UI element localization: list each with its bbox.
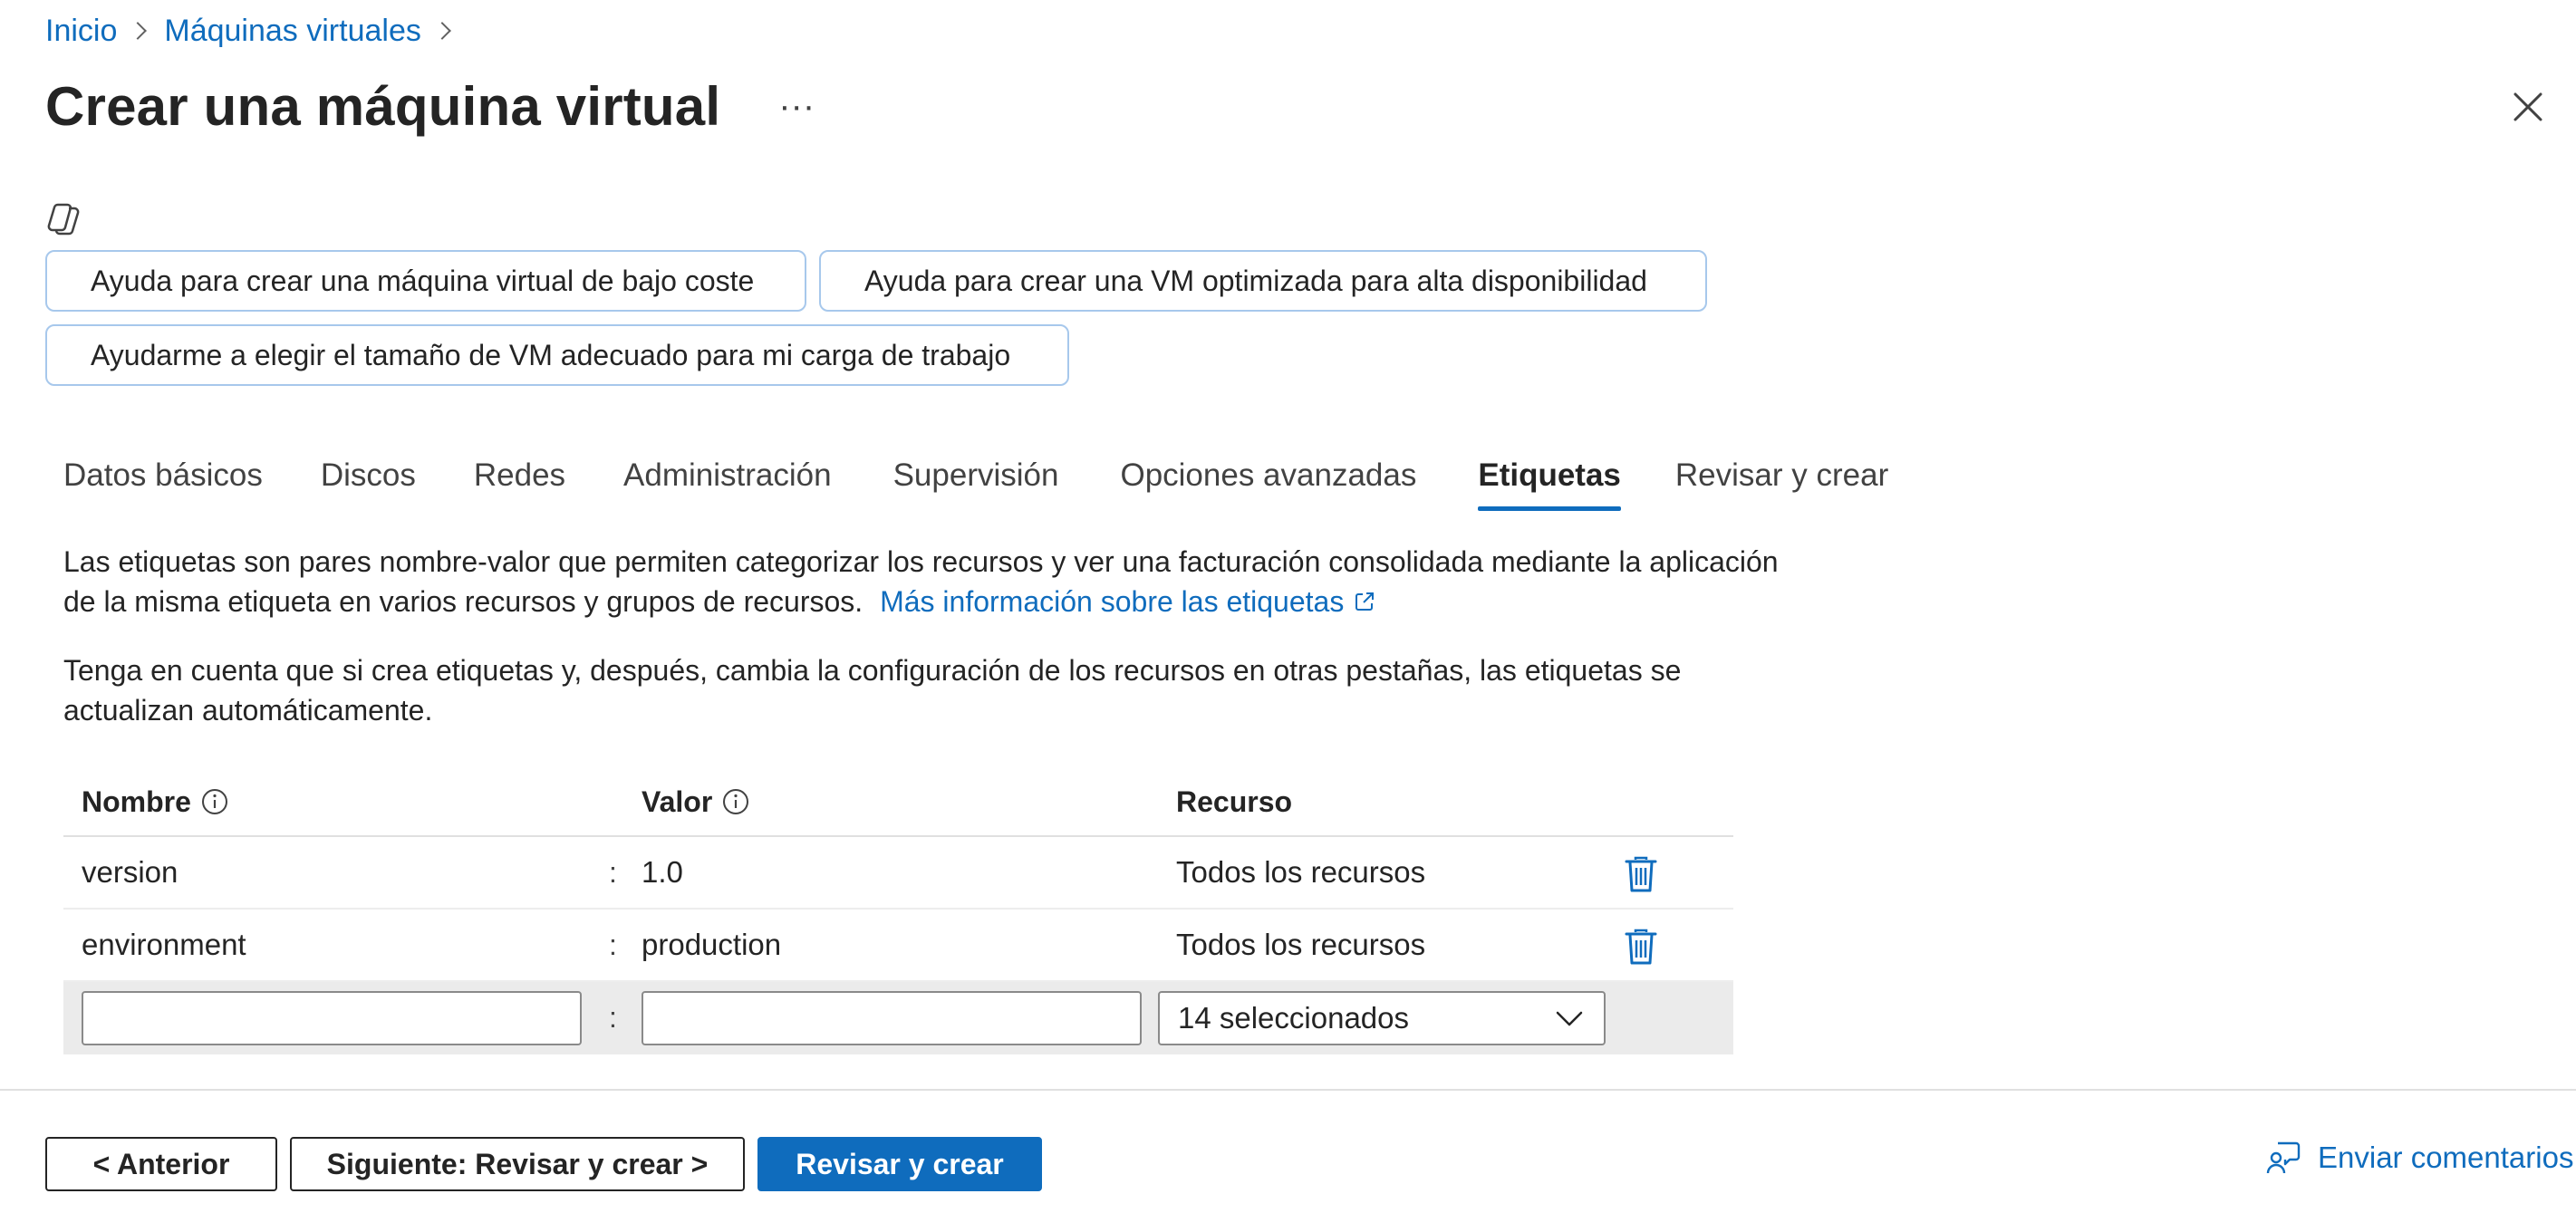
resource-dropdown-value: 14 seleccionados (1178, 1001, 1410, 1035)
title-row: Crear una máquina virtual ··· (45, 69, 815, 143)
tag-value: 1.0 (642, 855, 683, 889)
previous-button[interactable]: < Anterior (45, 1137, 277, 1191)
delete-icon[interactable] (1624, 928, 1658, 966)
chevron-right-icon (432, 22, 451, 40)
chevron-right-icon (129, 22, 148, 40)
tab-basics[interactable]: Datos básicos (63, 448, 263, 511)
send-feedback-label: Enviar comentarios (2318, 1141, 2574, 1174)
send-feedback-link[interactable]: Enviar comentarios (2265, 1134, 2573, 1181)
new-tag-value-input[interactable] (642, 991, 1142, 1045)
suggestion-chip-low-cost[interactable]: Ayuda para crear una máquina virtual de … (45, 250, 806, 312)
breadcrumb: Inicio Máquinas virtuales (45, 11, 468, 51)
separator: : (609, 928, 617, 961)
separator: : (609, 855, 617, 889)
table-header: Nombre Valor Recurso (63, 766, 1733, 837)
suggestion-chip-vm-size[interactable]: Ayudarme a elegir el tamaño de VM adecua… (45, 324, 1069, 386)
learn-more-tags-label: Más información sobre las etiquetas (880, 585, 1345, 618)
copilot-icon (47, 203, 80, 236)
page-title: Crear una máquina virtual (45, 75, 721, 137)
resource-dropdown[interactable]: 14 seleccionados (1158, 991, 1606, 1045)
tab-networking[interactable]: Redes (474, 448, 565, 511)
tags-description: Las etiquetas son pares nombre-valor que… (63, 542, 1785, 621)
tag-resource: Todos los recursos (1176, 855, 1426, 889)
tag-resource: Todos los recursos (1176, 928, 1426, 961)
breadcrumb-virtual-machines-link[interactable]: Máquinas virtuales (164, 14, 420, 49)
next-button[interactable]: Siguiente: Revisar y crear > (290, 1137, 745, 1191)
tags-note: Tenga en cuenta que si crea etiquetas y,… (63, 654, 1682, 727)
value-column-label: Valor (642, 785, 713, 818)
info-icon[interactable] (200, 787, 229, 816)
tab-review-create[interactable]: Revisar y crear (1675, 448, 1888, 511)
separator: : (609, 1000, 617, 1034)
suggestion-chip-high-availability[interactable]: Ayuda para crear una VM optimizada para … (819, 250, 1707, 312)
name-column-label: Nombre (82, 785, 191, 818)
value-column-header: Valor (642, 766, 750, 837)
more-options-icon[interactable]: ··· (778, 88, 815, 124)
tab-disks[interactable]: Discos (321, 448, 416, 511)
tab-advanced[interactable]: Opciones avanzadas (1120, 448, 1416, 511)
table-row: environment : production Todos los recur… (63, 910, 1733, 982)
external-link-icon (1356, 592, 1375, 611)
tab-monitoring[interactable]: Supervisión (893, 448, 1059, 511)
tab-tags[interactable]: Etiquetas (1478, 448, 1621, 511)
tag-name: version (82, 855, 178, 889)
delete-icon[interactable] (1624, 855, 1658, 893)
tab-list: Datos básicos Discos Redes Administració… (63, 448, 1888, 511)
feedback-icon (2266, 1141, 2301, 1174)
info-icon[interactable] (721, 787, 750, 816)
footer-divider (0, 1089, 2576, 1091)
tag-name: environment (82, 928, 246, 961)
new-tag-row: : 14 seleccionados (63, 982, 1733, 1054)
name-column-header: Nombre (82, 766, 229, 837)
breadcrumb-home-link[interactable]: Inicio (45, 14, 117, 49)
close-icon[interactable] (2510, 89, 2546, 125)
chevron-down-icon (1556, 1011, 1583, 1026)
tab-management[interactable]: Administración (623, 448, 832, 511)
resource-column-header: Recurso (1176, 785, 1293, 818)
review-create-button[interactable]: Revisar y crear (757, 1137, 1042, 1191)
learn-more-tags-link[interactable]: Más información sobre las etiquetas (880, 585, 1376, 618)
tags-table: Nombre Valor Recurso version : 1.0 Todos… (63, 766, 1733, 1054)
table-row: version : 1.0 Todos los recursos (63, 837, 1733, 910)
new-tag-name-input[interactable] (82, 991, 582, 1045)
tag-value: production (642, 928, 782, 961)
